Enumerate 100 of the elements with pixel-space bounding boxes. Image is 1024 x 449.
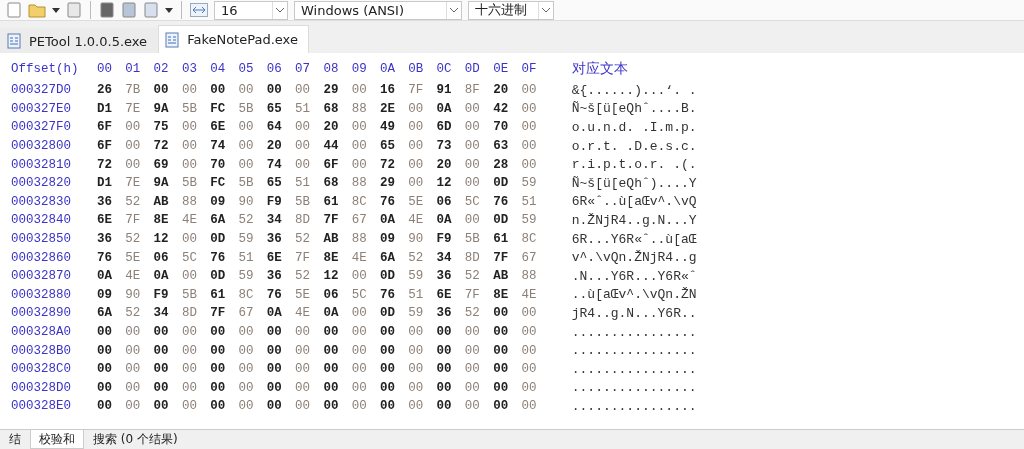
offset-cell-text: 00032800 bbox=[11, 139, 72, 154]
byte-cell-text: 00 bbox=[181, 269, 198, 284]
byte-cell-text: 00 bbox=[351, 139, 368, 154]
column-header: 07 bbox=[295, 62, 312, 76]
byte-cell-text: 00 bbox=[408, 120, 425, 135]
byte-cell-text: 00 bbox=[351, 306, 368, 321]
byte-cell-text: 00 bbox=[125, 343, 142, 358]
byte-cell-text: 00 bbox=[436, 399, 453, 414]
offset-cell-text: 00032860 bbox=[11, 250, 72, 265]
width-icon bbox=[190, 3, 208, 17]
byte-cell-text: F9 bbox=[266, 194, 283, 209]
file-tab[interactable]: FakeNotePad.exe bbox=[158, 25, 309, 53]
byte-cell-text: 5B bbox=[238, 176, 255, 191]
byte-cell-text: 7F bbox=[464, 287, 481, 302]
byte-cell-text: 0A bbox=[323, 306, 340, 321]
offset-cell-text: 00032880 bbox=[11, 287, 72, 302]
file-icon bbox=[7, 33, 21, 49]
file-tab[interactable]: PETool 1.0.0.5.exe bbox=[0, 28, 159, 53]
byte-cell-text: 36 bbox=[97, 194, 113, 209]
mode-dropdown[interactable]: 十六进制 bbox=[468, 0, 554, 20]
byte-cell-text: 36 bbox=[266, 269, 283, 284]
byte-cell-text: 00 bbox=[295, 343, 312, 358]
offset-cell-text: 00032820 bbox=[11, 176, 72, 191]
byte-cell-text: 00 bbox=[266, 83, 283, 98]
folder-icon[interactable] bbox=[28, 2, 46, 18]
offset-cell-text: 00032830 bbox=[11, 194, 72, 209]
byte-cell-text: 76 bbox=[493, 194, 510, 209]
byte-cell-text: 00 bbox=[125, 399, 142, 414]
byte-cell-text: 00 bbox=[153, 83, 170, 98]
byte-cell-text: 2E bbox=[379, 101, 396, 116]
byte-cell-text: 00 bbox=[295, 139, 312, 154]
byte-cell-text: 6F bbox=[97, 139, 113, 154]
caret-icon[interactable] bbox=[165, 6, 173, 14]
byte-cell-text: 00 bbox=[464, 139, 481, 154]
byte-cell-text: 4E bbox=[408, 213, 425, 228]
text-cell: ................ bbox=[571, 324, 697, 340]
byte-cell-text: 8E bbox=[323, 250, 340, 265]
encoding-dropdown[interactable]: Windows (ANSI) bbox=[294, 0, 462, 20]
byte-cell-text: 20 bbox=[436, 157, 453, 172]
byte-cell-text: 00 bbox=[408, 399, 425, 414]
byte-cell-text: 00 bbox=[323, 399, 340, 414]
byte-cell-text: 00 bbox=[379, 362, 396, 377]
byte-cell-text: 00 bbox=[464, 399, 481, 414]
panel-tab[interactable]: 校验和 bbox=[30, 430, 84, 449]
byte-cell-text: 4E bbox=[521, 287, 538, 302]
byte-cell-text: 51 bbox=[295, 176, 312, 191]
byte-cell-text: 00 bbox=[210, 380, 227, 395]
byte-cell-text: 26 bbox=[97, 83, 113, 98]
byte-cell-text: D1 bbox=[97, 101, 113, 116]
byte-cell-text: 75 bbox=[153, 120, 170, 135]
column-header: 0F bbox=[521, 62, 538, 76]
byte-cell-text: 00 bbox=[238, 362, 255, 377]
byte-cell-text: 68 bbox=[323, 176, 340, 191]
byte-cell-text: 7E bbox=[125, 176, 142, 191]
byte-cell-text: 00 bbox=[464, 343, 481, 358]
byte-cell-text: 00 bbox=[238, 157, 255, 172]
byte-cell-text: 76 bbox=[379, 287, 396, 302]
column-header: 06 bbox=[266, 62, 283, 76]
font-size-dropdown[interactable]: 16 bbox=[214, 0, 288, 20]
offset-cell-text: 00032810 bbox=[11, 157, 72, 172]
byte-cell-text: 5C bbox=[464, 194, 481, 209]
column-header: 0A bbox=[379, 62, 396, 76]
byte-cell-text: 52 bbox=[464, 306, 481, 321]
text-cell: o.u.n.d. .I.m.p. bbox=[571, 120, 697, 135]
byte-cell-text: 00 bbox=[436, 325, 453, 339]
byte-cell-text: 00 bbox=[521, 120, 538, 135]
byte-cell-text: 76 bbox=[210, 250, 227, 265]
byte-cell-text: 00 bbox=[153, 343, 170, 358]
byte-cell-text: AB bbox=[493, 269, 510, 284]
byte-cell-text: 06 bbox=[323, 287, 340, 302]
byte-cell-text: 00 bbox=[266, 380, 283, 395]
offset-cell-text: 000327D0 bbox=[11, 83, 72, 98]
byte-cell-text: 09 bbox=[97, 287, 113, 302]
byte-cell-text: 6E bbox=[97, 213, 113, 228]
byte-cell-text: 65 bbox=[266, 101, 283, 116]
offset-cell-text: 00032850 bbox=[11, 232, 72, 247]
byte-cell-text: D1 bbox=[97, 176, 113, 191]
byte-cell-text: 59 bbox=[238, 232, 255, 247]
byte-cell-text: 7F bbox=[295, 250, 312, 265]
byte-cell-text: 91 bbox=[436, 83, 453, 98]
byte-cell-text: 00 bbox=[464, 120, 481, 135]
byte-cell-text: 0D bbox=[379, 269, 396, 284]
byte-cell-text: 00 bbox=[295, 157, 312, 172]
byte-cell-text: 00 bbox=[238, 120, 255, 135]
byte-cell-text: 00 bbox=[464, 176, 481, 191]
byte-cell-text: 59 bbox=[238, 269, 255, 284]
byte-cell-text: 00 bbox=[210, 83, 227, 98]
byte-cell-text: 00 bbox=[97, 362, 113, 377]
caret-icon[interactable] bbox=[52, 6, 60, 14]
byte-cell-text: 00 bbox=[408, 176, 425, 191]
byte-cell-text: 74 bbox=[266, 157, 283, 172]
byte-cell-text: 6E bbox=[266, 250, 283, 265]
byte-cell-text: 00 bbox=[181, 232, 198, 247]
byte-cell-text: 74 bbox=[210, 139, 227, 154]
column-header: 02 bbox=[153, 62, 170, 76]
offset-cell-text: 000328D0 bbox=[11, 380, 72, 395]
byte-cell-text: 4E bbox=[351, 250, 368, 265]
byte-cell-text: 51 bbox=[238, 250, 255, 265]
byte-cell-text: 00 bbox=[351, 83, 368, 98]
byte-cell-text: 00 bbox=[351, 120, 368, 135]
